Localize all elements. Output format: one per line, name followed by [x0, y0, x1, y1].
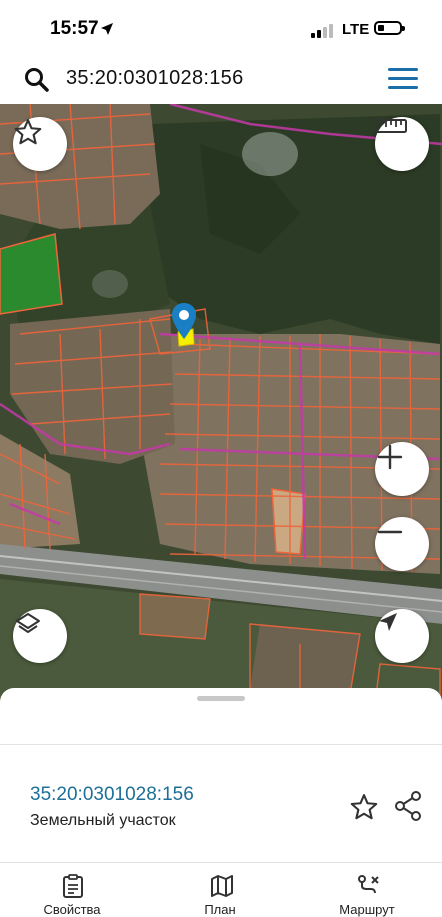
navigation-arrow-icon — [379, 613, 397, 631]
network-type: LTE — [342, 21, 370, 38]
parcel-type: Земельный участок — [30, 812, 176, 829]
route-icon — [358, 875, 379, 894]
plus-icon — [377, 444, 403, 470]
minus-icon — [377, 530, 403, 534]
ruler-icon — [375, 119, 407, 133]
location-marker-icon[interactable] — [172, 303, 196, 339]
map-view[interactable] — [0, 104, 442, 704]
favorite-star-icon[interactable] — [349, 792, 379, 822]
star-icon — [14, 119, 42, 145]
share-icon[interactable] — [393, 790, 423, 822]
tab-plan[interactable]: План — [204, 874, 236, 917]
search-input[interactable]: 35:20:0301028:156 — [66, 67, 244, 90]
sheet-drag-handle[interactable] — [197, 696, 245, 701]
signal-icon — [311, 24, 333, 38]
divider — [0, 744, 442, 745]
status-time: 15:57 — [50, 18, 99, 39]
zoom-out-button[interactable] — [375, 517, 429, 571]
parcel-cadastral-number[interactable]: 35:20:0301028:156 — [30, 784, 194, 806]
menu-icon[interactable] — [388, 68, 418, 90]
map-icon — [211, 875, 233, 897]
divider — [0, 862, 442, 863]
search-bar[interactable]: 35:20:0301028:156 — [8, 58, 434, 100]
layers-icon — [16, 613, 40, 633]
tab-route[interactable]: Маршрут — [339, 874, 395, 917]
ruler-button[interactable] — [375, 117, 429, 171]
my-location-button[interactable] — [375, 609, 429, 663]
location-arrow-icon — [101, 23, 113, 35]
parcel-info-sheet[interactable]: 35:20:0301028:156 Земельный участок Свой… — [0, 688, 442, 917]
layers-button[interactable] — [13, 609, 67, 663]
status-bar: 15:57 LTE — [0, 0, 442, 58]
battery-icon — [374, 21, 405, 35]
tab-properties[interactable]: Свойства — [43, 874, 101, 917]
favorite-map-button[interactable] — [13, 117, 67, 171]
search-icon[interactable] — [24, 67, 50, 93]
clipboard-icon — [63, 874, 83, 898]
zoom-in-button[interactable] — [375, 442, 429, 496]
